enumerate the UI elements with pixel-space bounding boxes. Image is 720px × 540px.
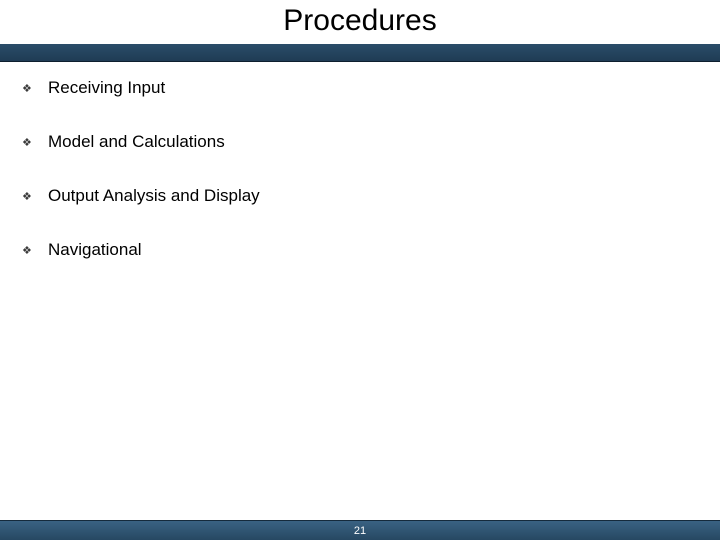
list-item: ❖ Receiving Input — [22, 78, 700, 98]
list-item: ❖ Navigational — [22, 240, 700, 260]
diamond-bullet-icon: ❖ — [22, 244, 34, 257]
diamond-bullet-icon: ❖ — [22, 82, 34, 95]
bullet-label: Model and Calculations — [48, 132, 225, 152]
list-item: ❖ Output Analysis and Display — [22, 186, 700, 206]
slide-title: Procedures — [0, 4, 720, 38]
bullet-label: Navigational — [48, 240, 142, 260]
footer-band: 21 — [0, 520, 720, 540]
content-area: ❖ Receiving Input ❖ Model and Calculatio… — [22, 78, 700, 294]
diamond-bullet-icon: ❖ — [22, 190, 34, 203]
bullet-label: Output Analysis and Display — [48, 186, 260, 206]
bullet-label: Receiving Input — [48, 78, 165, 98]
slide: Procedures ❖ Receiving Input ❖ Model and… — [0, 0, 720, 540]
header-band — [0, 44, 720, 62]
list-item: ❖ Model and Calculations — [22, 132, 700, 152]
diamond-bullet-icon: ❖ — [22, 136, 34, 149]
page-number: 21 — [354, 525, 366, 537]
